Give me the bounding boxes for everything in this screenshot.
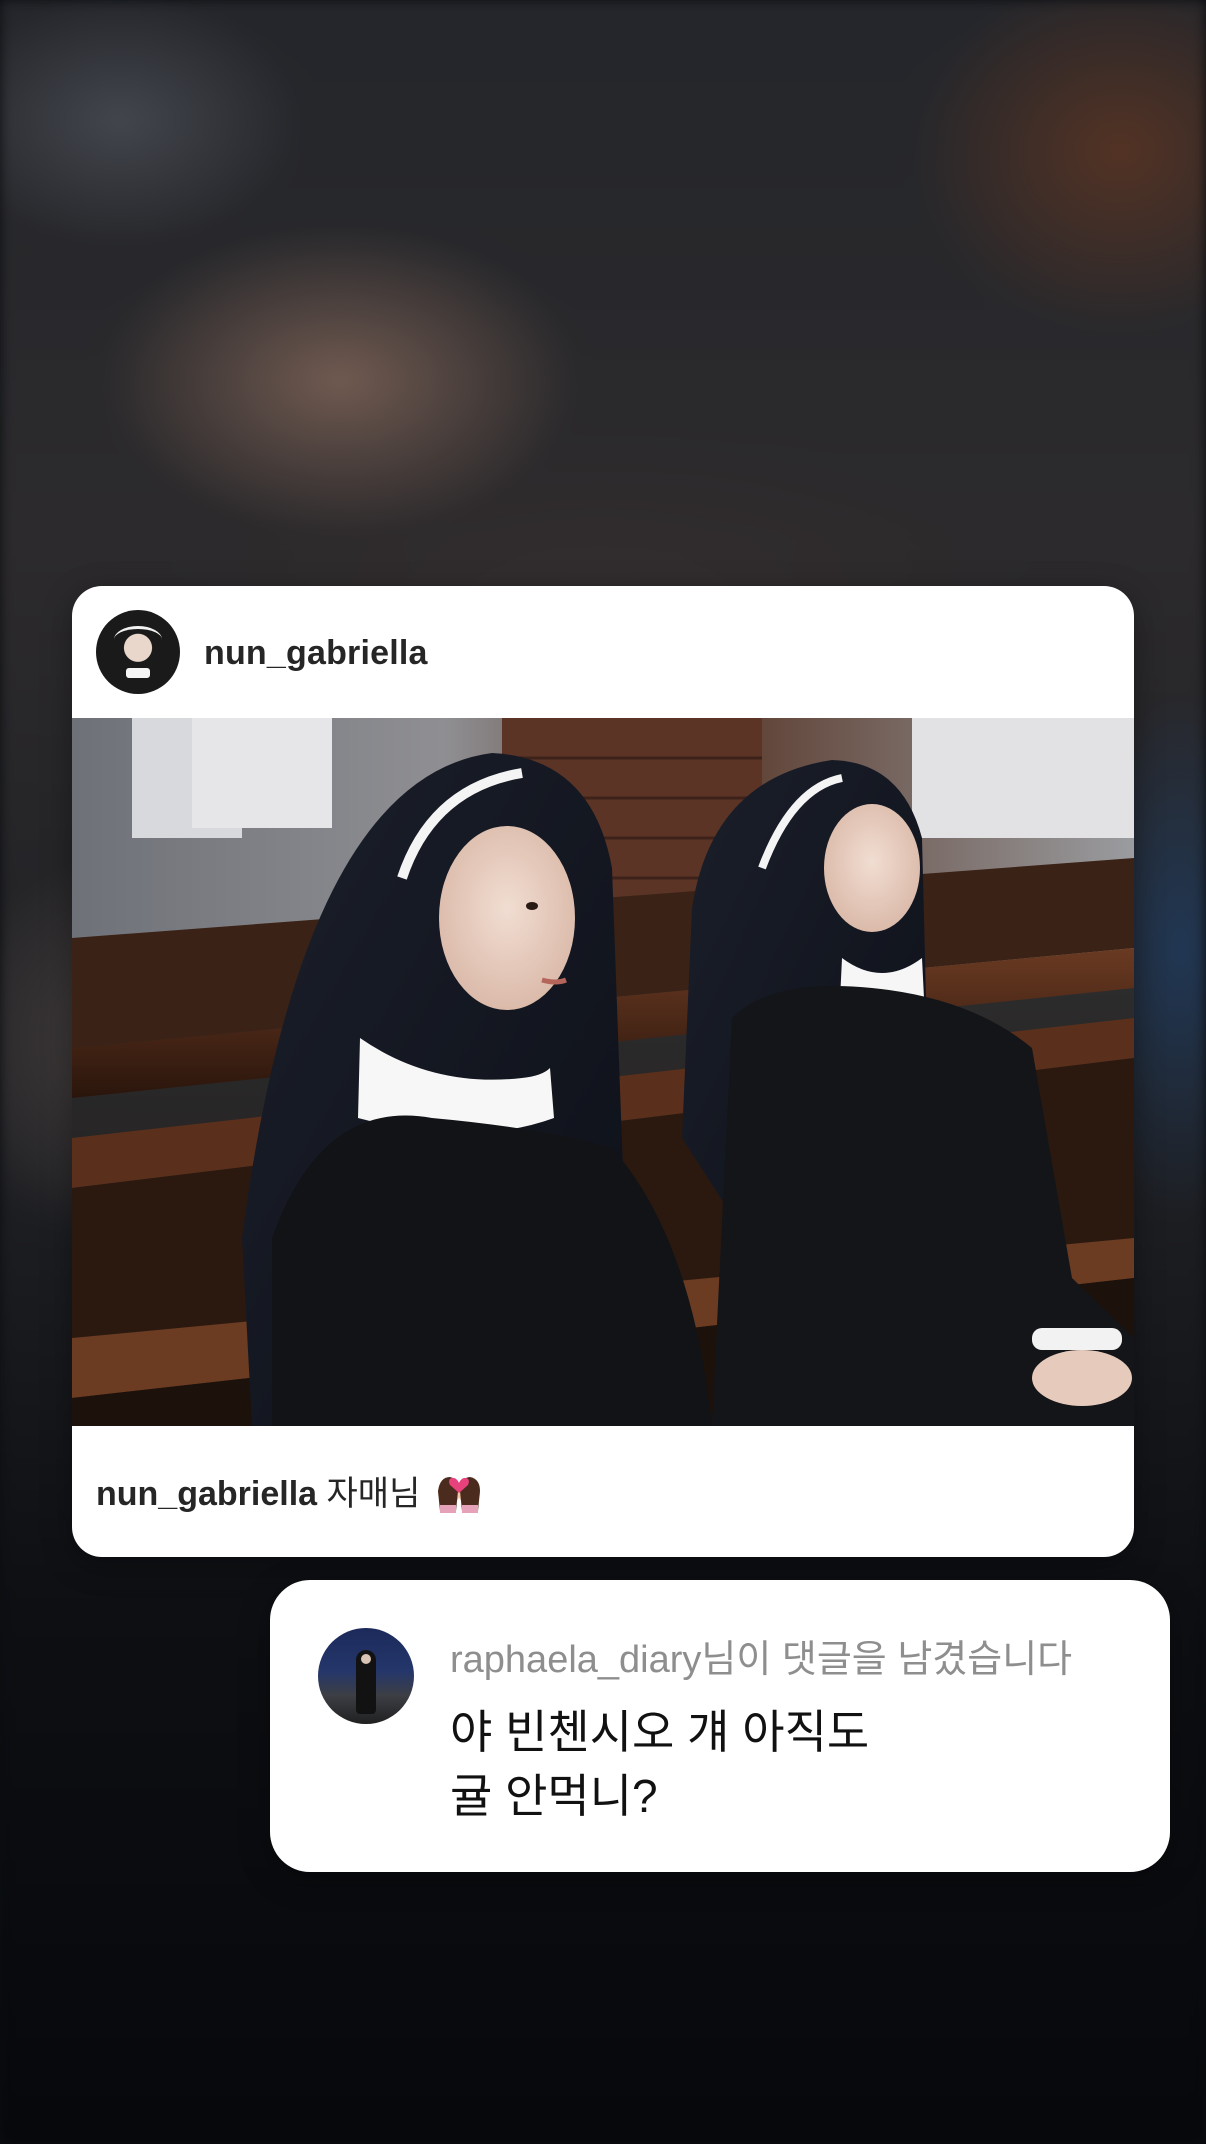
comment-card[interactable]: raphaela_diary님이 댓글을 남겼습니다 야 빈첸시오 걔 아직도 … bbox=[270, 1580, 1170, 1872]
post-author-username[interactable]: nun_gabriella bbox=[204, 634, 428, 673]
shared-post-card[interactable]: nun_gabriella nun_gabriella 자매님 bbox=[72, 586, 1134, 1557]
avatar-veil-band bbox=[114, 626, 162, 653]
post-author-avatar[interactable] bbox=[96, 610, 180, 694]
comment-text-line-1: 야 빈첸시오 걔 아직도 bbox=[450, 1706, 870, 1758]
avatar-collar bbox=[126, 668, 150, 678]
avatar-face bbox=[361, 1654, 371, 1664]
commenter-avatar[interactable] bbox=[318, 1628, 414, 1724]
caption-username[interactable]: nun_gabriella bbox=[96, 1475, 317, 1513]
post-caption: nun_gabriella 자매님 bbox=[96, 1466, 482, 1515]
post-photo-illustration bbox=[72, 718, 1134, 1426]
comment-text-line-2: 귤 안먹니? bbox=[450, 1770, 658, 1822]
post-photo[interactable] bbox=[72, 718, 1134, 1426]
story-screen: nun_gabriella nun_gabriella 자매님 raphaela… bbox=[0, 0, 1206, 2144]
comment-text: 야 빈첸시오 걔 아직도 귤 안먹니? bbox=[450, 1700, 1130, 1828]
post-header: nun_gabriella bbox=[72, 586, 1134, 718]
caption-text: 자매님 bbox=[326, 1475, 421, 1513]
women-with-heart-emoji-icon bbox=[436, 1471, 482, 1515]
comment-meta: raphaela_diary님이 댓글을 남겼습니다 bbox=[450, 1639, 1073, 1681]
